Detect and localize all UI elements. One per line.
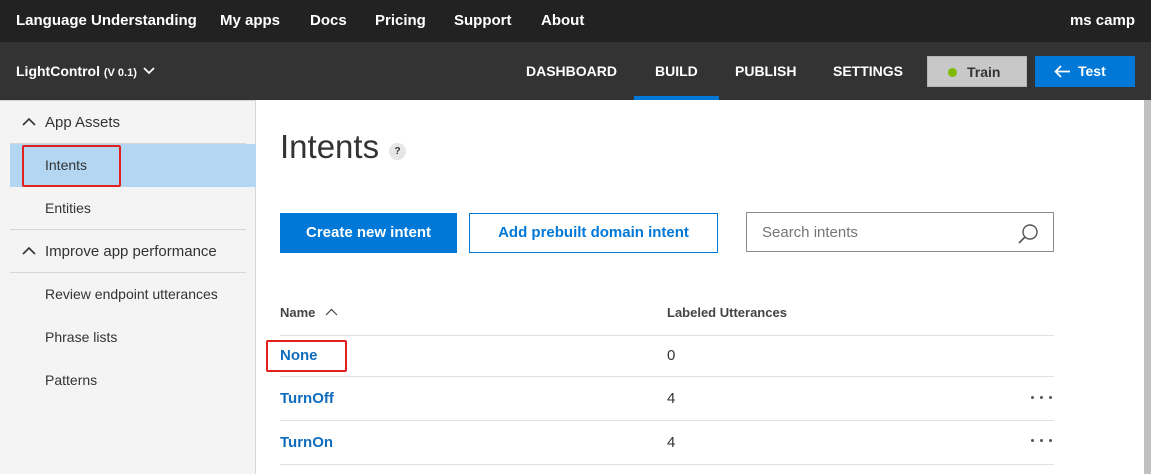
nav-pricing[interactable]: Pricing [375,0,426,42]
row-divider [280,464,1054,465]
section-improve-performance[interactable]: Improve app performance [10,230,246,273]
create-intent-button[interactable]: Create new intent [280,213,457,253]
sidebar-item-label: Patterns [45,372,98,388]
search-input[interactable] [747,213,1007,251]
more-options-icon[interactable] [1030,393,1054,403]
tab-publish[interactable]: PUBLISH [735,42,796,100]
train-button[interactable]: Train [927,56,1027,87]
nav-my-apps[interactable]: My apps [220,0,280,42]
app-version: (V 0.1) [103,67,137,79]
section-improve-performance-label: Improve app performance [45,243,217,260]
app-bar: LightControl (V 0.1) DASHBOARD BUILD PUB… [0,42,1151,100]
add-prebuilt-domain-intent-button[interactable]: Add prebuilt domain intent [469,213,718,253]
chevron-up-icon [22,117,36,126]
sidebar-item-patterns[interactable]: Patterns [10,359,256,402]
row-divider [280,420,1054,421]
app-name: LightControl [16,63,100,79]
chevron-down-icon [143,67,155,75]
intent-link-turnon[interactable]: TurnOn [280,434,333,451]
scrollbar[interactable] [1144,100,1151,474]
app-selector[interactable]: LightControl (V 0.1) [16,42,155,100]
column-header-labeled-utterances[interactable]: Labeled Utterances [667,305,787,320]
tab-build[interactable]: BUILD [634,42,719,100]
sidebar-item-review-endpoint-utterances[interactable]: Review endpoint utterances [10,273,256,316]
brand-link[interactable]: Language Understanding [16,0,197,42]
tab-settings[interactable]: SETTINGS [833,42,903,100]
intent-link-none[interactable]: None [280,347,318,364]
tab-dashboard[interactable]: DASHBOARD [526,42,617,100]
scrollbar-thumb[interactable] [1144,100,1151,474]
more-options-icon[interactable] [1030,436,1054,446]
arrow-left-icon [1054,65,1070,78]
search-box [746,212,1054,252]
nav-docs[interactable]: Docs [310,0,347,42]
row-divider [280,335,1054,336]
train-label: Train [967,64,1001,80]
test-button[interactable]: Test [1035,56,1135,87]
search-icon[interactable] [1017,223,1039,245]
section-app-assets[interactable]: App Assets [10,101,246,144]
top-nav: Language Understanding My apps Docs Pric… [0,0,1151,42]
sort-ascending-icon [325,308,338,316]
utterance-count: 0 [667,347,676,364]
sidebar-item-label: Intents [45,157,88,173]
sidebar-item-label: Review endpoint utterances [45,286,218,302]
train-status-dot [948,68,957,77]
nav-support[interactable]: Support [454,0,512,42]
user-menu[interactable]: ms camp [1070,0,1135,42]
sidebar-item-phrase-lists[interactable]: Phrase lists [10,316,256,359]
nav-about[interactable]: About [541,0,584,42]
utterance-count: 4 [667,390,676,407]
chevron-up-icon [22,246,36,255]
column-header-name[interactable]: Name [280,305,338,320]
sidebar-item-entities[interactable]: Entities [10,187,256,230]
row-divider [280,376,1054,377]
section-app-assets-label: App Assets [45,114,121,131]
utterance-count: 4 [667,434,676,451]
intent-link-turnoff[interactable]: TurnOff [280,390,334,407]
sidebar-item-label: Entities [45,200,91,216]
sidebar-item-intents[interactable]: Intents [10,144,256,187]
sidebar-item-label: Phrase lists [45,329,118,345]
page-title: Intents [280,128,380,165]
test-label: Test [1078,63,1106,79]
column-header-name-label: Name [280,305,316,320]
help-icon[interactable]: ? [389,143,406,160]
